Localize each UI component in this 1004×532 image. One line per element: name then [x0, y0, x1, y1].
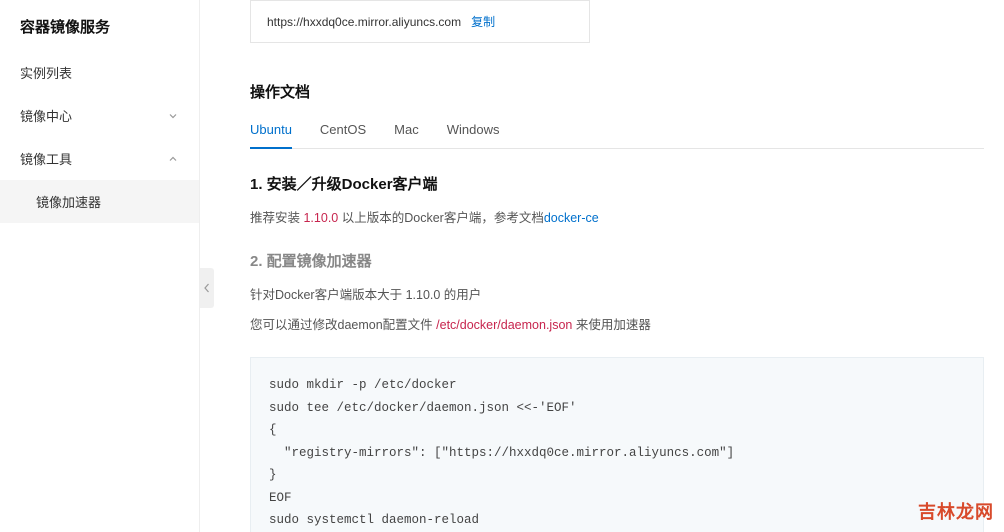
- sidebar-collapse-handle[interactable]: [200, 268, 214, 308]
- sidebar-item-instances[interactable]: 实例列表: [0, 51, 199, 94]
- sidebar-sub-label: 镜像加速器: [36, 195, 101, 210]
- section-title: 操作文档: [250, 81, 984, 102]
- sidebar-sub-accelerator[interactable]: 镜像加速器: [0, 180, 199, 223]
- step2-heading: 2. 配置镜像加速器: [250, 250, 984, 271]
- config-path: /etc/docker/daemon.json: [436, 318, 572, 332]
- step1-heading: 1. 安装／升级Docker客户端: [250, 173, 984, 194]
- main-content: https://hxxdq0ce.mirror.aliyuncs.com 复制 …: [200, 0, 1004, 532]
- tab-windows[interactable]: Windows: [447, 114, 500, 149]
- step2-desc2: 您可以通过修改daemon配置文件 /etc/docker/daemon.jso…: [250, 315, 984, 335]
- os-tabs: Ubuntu CentOS Mac Windows: [250, 114, 984, 149]
- step1-desc: 推荐安装 1.10.0 以上版本的Docker客户端，参考文档docker-ce: [250, 208, 984, 228]
- chevron-down-icon: [167, 110, 179, 122]
- tab-centos[interactable]: CentOS: [320, 114, 366, 149]
- sidebar-item-label: 镜像工具: [20, 149, 72, 168]
- tab-ubuntu[interactable]: Ubuntu: [250, 114, 292, 149]
- step2-desc1: 针对Docker客户端版本大于 1.10.0 的用户: [250, 285, 984, 305]
- sidebar-item-label: 镜像中心: [20, 106, 72, 125]
- version-text: 1.10.0: [303, 211, 338, 225]
- mirror-url-text: https://hxxdq0ce.mirror.aliyuncs.com: [267, 15, 461, 29]
- copy-button[interactable]: 复制: [471, 13, 495, 30]
- sidebar-item-image-tools[interactable]: 镜像工具: [0, 137, 199, 180]
- mirror-url-box: https://hxxdq0ce.mirror.aliyuncs.com 复制: [250, 0, 590, 43]
- chevron-up-icon: [167, 153, 179, 165]
- sidebar-title: 容器镜像服务: [0, 0, 199, 51]
- sidebar-item-label: 实例列表: [20, 63, 72, 82]
- tab-mac[interactable]: Mac: [394, 114, 419, 149]
- docker-ce-link[interactable]: docker-ce: [544, 211, 599, 225]
- code-block[interactable]: sudo mkdir -p /etc/docker sudo tee /etc/…: [250, 357, 984, 532]
- sidebar-item-image-center[interactable]: 镜像中心: [0, 94, 199, 137]
- sidebar: 容器镜像服务 实例列表 镜像中心 镜像工具 镜像加速器: [0, 0, 200, 532]
- watermark: 吉林龙网: [918, 498, 994, 524]
